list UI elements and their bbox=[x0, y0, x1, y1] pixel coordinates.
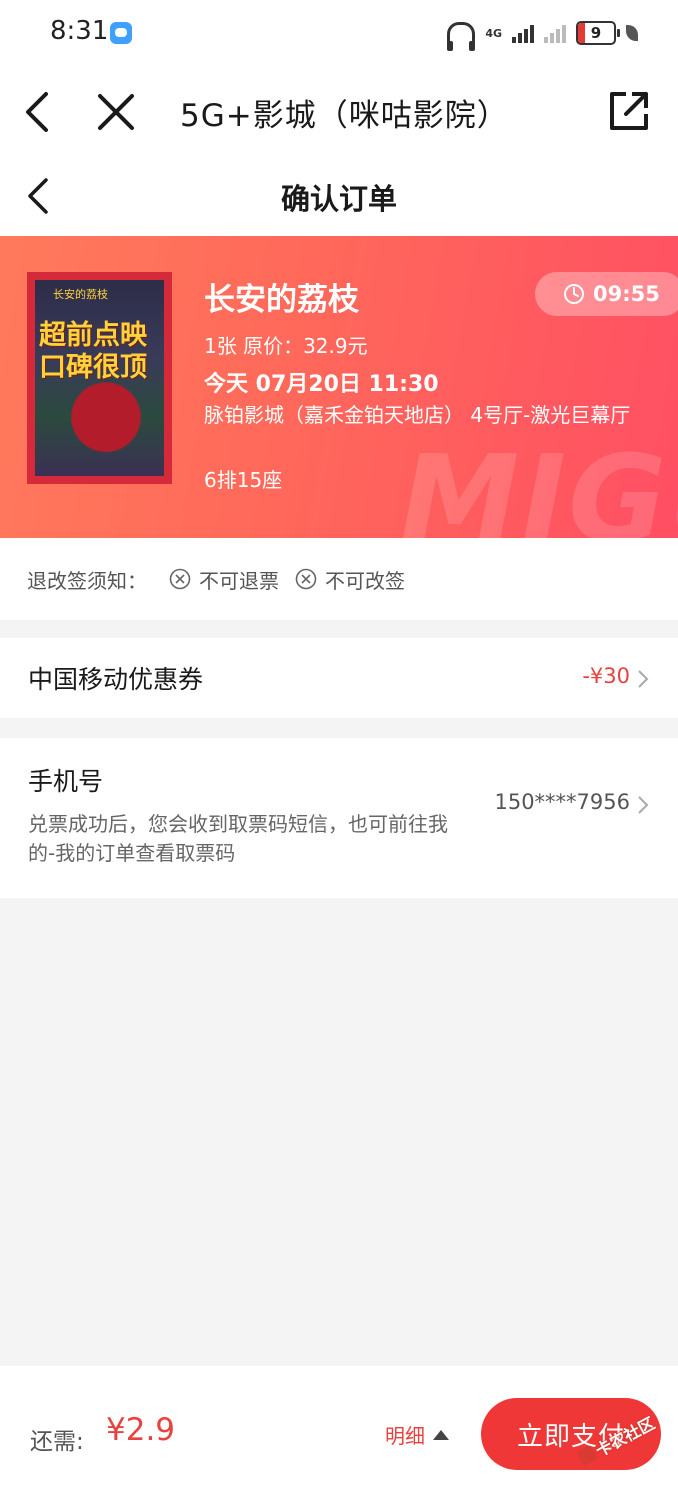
app-title: 5G+影城（咪咕影院） bbox=[180, 98, 509, 134]
coupon-label: 中国移动优惠券 bbox=[28, 665, 204, 694]
movie-poster: 长安的荔枝 超前点映口碑很顶 bbox=[27, 272, 172, 484]
countdown-badge: 09:55 bbox=[535, 272, 678, 316]
poster-slogan: 超前点映口碑很顶 bbox=[39, 320, 147, 383]
policy-label: 退改签须知： bbox=[27, 568, 147, 593]
circle-x-icon bbox=[169, 568, 191, 590]
secondary-signal-icon bbox=[544, 23, 566, 43]
price-detail-button[interactable]: 明细 bbox=[385, 1420, 449, 1449]
status-bar: 8:31 4G 9 bbox=[0, 0, 678, 68]
movie-title: 长安的荔枝 bbox=[204, 282, 359, 318]
power-saving-icon bbox=[626, 25, 638, 41]
showtime: 今天 07月20日 11:30 bbox=[204, 372, 439, 397]
share-icon[interactable] bbox=[608, 90, 650, 132]
phone-label: 手机号 bbox=[28, 767, 104, 796]
status-icons: 4G 9 bbox=[447, 18, 638, 51]
amount-due: ¥2.9 bbox=[106, 1412, 176, 1448]
seat-info: 6排15座 bbox=[204, 468, 283, 492]
clock-icon bbox=[564, 284, 584, 304]
chevron-right-icon bbox=[638, 670, 649, 688]
coupon-discount: -¥30 bbox=[582, 664, 630, 688]
amount-due-label: 还需: bbox=[30, 1429, 84, 1455]
phone-number: 150****7956 bbox=[494, 790, 630, 814]
no-refund-label: 不可退票 bbox=[199, 568, 279, 593]
app-header: 5G+影城（咪咕影院） bbox=[0, 68, 678, 156]
close-icon[interactable] bbox=[96, 92, 136, 132]
ticket-price-info: 1张 原价：32.9元 bbox=[204, 334, 368, 358]
no-refund-item: 不可退票 bbox=[169, 565, 279, 594]
page-header: 确认订单 bbox=[0, 156, 678, 236]
phone-note: 兑票成功后，您会收到取票码短信，也可前往我的-我的订单查看取票码 bbox=[28, 812, 448, 865]
no-change-label: 不可改签 bbox=[325, 568, 405, 593]
headset-icon bbox=[447, 21, 476, 51]
countdown-time: 09:55 bbox=[593, 282, 660, 306]
phone-row[interactable]: 手机号 兑票成功后，您会收到取票码短信，也可前往我的-我的订单查看取票码 150… bbox=[0, 738, 678, 898]
refund-policy: 退改签须知： 不可退票 不可改签 bbox=[0, 538, 678, 620]
migu-watermark: MIGU bbox=[400, 431, 678, 538]
price-detail-label: 明细 bbox=[385, 1424, 425, 1448]
coupon-row[interactable]: 中国移动优惠券 -¥30 bbox=[0, 638, 678, 718]
battery-level: 9 bbox=[590, 24, 602, 42]
circle-x-icon bbox=[295, 568, 317, 590]
status-time: 8:31 bbox=[50, 16, 109, 46]
back-arrow-icon[interactable] bbox=[22, 90, 54, 134]
battery-icon: 9 bbox=[576, 21, 620, 45]
triangle-up-icon bbox=[433, 1429, 449, 1440]
network-type-label: 4G bbox=[485, 26, 502, 40]
no-change-item: 不可改签 bbox=[295, 565, 405, 594]
page-title: 确认订单 bbox=[280, 182, 397, 216]
payment-bar: 还需: ¥2.9 明细 立即支付 bbox=[0, 1366, 678, 1500]
poster-title: 长安的荔枝 bbox=[53, 288, 108, 301]
cinema-hall-info: 脉铂影城（嘉禾金铂天地店） 4号厅-激光巨幕厅 bbox=[204, 403, 631, 427]
chevron-right-icon bbox=[638, 796, 649, 814]
order-summary-card: MIGU 长安的荔枝 超前点映口碑很顶 长安的荔枝 1张 原价：32.9元 今天… bbox=[0, 236, 678, 538]
signal-strength-icon bbox=[512, 23, 534, 43]
message-notification-icon bbox=[110, 22, 132, 44]
